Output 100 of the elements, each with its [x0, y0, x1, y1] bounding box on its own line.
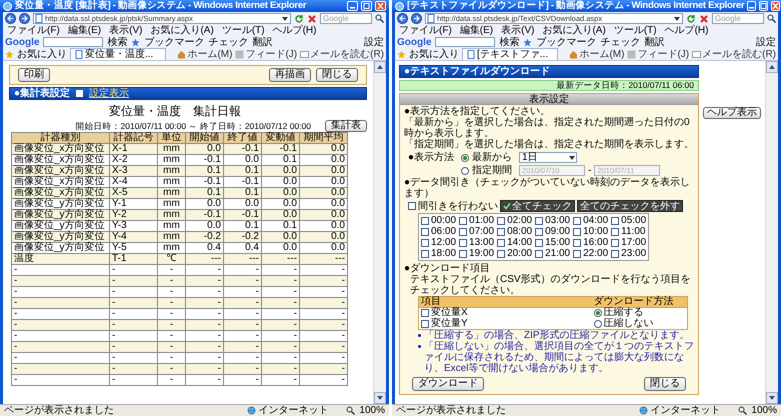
checkbox[interactable] [497, 216, 506, 224]
stop-icon[interactable] [699, 14, 709, 24]
checkbox[interactable] [421, 228, 429, 236]
scroll-up-icon[interactable] [766, 61, 778, 73]
scrollbar[interactable] [373, 61, 386, 404]
command-button[interactable]: フィード(J) [245, 48, 298, 60]
scroll-down-icon[interactable] [766, 392, 778, 404]
scrollbar[interactable] [765, 61, 778, 404]
checkbox[interactable] [535, 216, 544, 224]
toolbar-button[interactable]: 検索 [499, 36, 520, 48]
checkbox[interactable] [459, 216, 468, 224]
summary-button[interactable]: 集計表 [325, 120, 367, 132]
settings-button[interactable]: 設定 [756, 36, 776, 48]
search-icon[interactable] [767, 14, 776, 23]
checkbox[interactable] [535, 228, 544, 236]
checkbox[interactable] [497, 228, 506, 236]
favorites-button[interactable]: お気に入り [409, 48, 459, 60]
toolbar-button[interactable]: 検索 [107, 36, 128, 48]
checkbox[interactable] [611, 238, 620, 246]
checkbox[interactable] [573, 250, 582, 258]
close-button[interactable] [771, 1, 780, 11]
toolbar-button[interactable]: 翻訳 [644, 36, 664, 48]
menu-item[interactable]: お気に入り(A) [542, 25, 606, 36]
toolbar-button[interactable]: 再描画 [269, 68, 311, 82]
checkbox[interactable] [421, 309, 429, 318]
settings-button[interactable]: 設定 [364, 36, 384, 48]
toolbar-button[interactable]: チェック [600, 36, 640, 48]
checkbox[interactable] [535, 238, 544, 246]
forward-button[interactable] [19, 13, 30, 24]
menu-item[interactable]: ツール(T) [222, 25, 265, 36]
toolbar-star-icon[interactable] [523, 38, 532, 46]
checkbox[interactable] [497, 238, 506, 246]
toolbar-button[interactable]: ブックマーク [536, 36, 596, 48]
checkbox[interactable] [573, 238, 582, 246]
uncheck-all-button[interactable]: 全てのチェックを外す [577, 200, 683, 212]
search-field[interactable]: Google [320, 13, 372, 24]
refresh-icon[interactable] [294, 14, 304, 24]
form-button[interactable]: 閉じる [644, 377, 686, 391]
checkbox[interactable] [611, 250, 620, 258]
menu-item[interactable]: ファイル(F) [399, 25, 452, 36]
forward-button[interactable] [411, 13, 422, 24]
toolbar-button[interactable]: ブックマーク [144, 36, 204, 48]
search-field[interactable]: Google [712, 13, 764, 24]
menu-item[interactable]: 編集(E) [460, 25, 494, 36]
browser-tab[interactable]: [テキストファ... [462, 48, 558, 60]
command-button[interactable]: ホーム(M) [579, 48, 624, 60]
checkbox[interactable] [459, 228, 468, 236]
toolbar-star-icon[interactable] [131, 38, 140, 46]
maximize-button[interactable] [361, 1, 372, 11]
scroll-down-icon[interactable] [374, 392, 386, 404]
menu-item[interactable]: ヘルプ(H) [272, 25, 316, 36]
checkbox[interactable] [459, 238, 468, 246]
checkbox[interactable] [611, 216, 620, 224]
checkbox[interactable] [535, 250, 544, 258]
browser-tab[interactable]: 変位量・温度... [70, 48, 166, 60]
form-button[interactable]: ダウンロード [412, 377, 484, 391]
toolbar-button[interactable]: 翻訳 [252, 36, 272, 48]
toolbar-search-field[interactable] [435, 37, 496, 47]
menu-item[interactable]: 表示(V) [109, 25, 142, 36]
menu-item[interactable]: ヘルプ(H) [664, 25, 708, 36]
menu-item[interactable]: ファイル(F) [7, 25, 60, 36]
checkbox[interactable] [573, 216, 582, 224]
toolbar-search-field[interactable] [43, 37, 104, 47]
toolbar-button[interactable]: 閉じる [316, 68, 358, 82]
checkbox[interactable] [408, 202, 416, 210]
radio-button[interactable] [594, 320, 602, 328]
settings-link[interactable]: 設定表示 [89, 88, 130, 99]
zoom-level[interactable]: 100% [751, 405, 777, 416]
toolbar-button[interactable]: チェック [208, 36, 248, 48]
checkbox[interactable] [421, 250, 429, 258]
back-button[interactable] [397, 13, 408, 24]
toolbar-button[interactable]: 印刷 [18, 68, 50, 82]
radio-button[interactable] [461, 154, 469, 162]
zoom-icon[interactable] [738, 406, 748, 415]
scroll-up-icon[interactable] [374, 61, 386, 73]
checkbox[interactable] [421, 320, 429, 328]
menu-item[interactable]: 編集(E) [68, 25, 102, 36]
close-button[interactable] [375, 1, 386, 11]
search-icon[interactable] [375, 14, 384, 23]
checkbox[interactable] [459, 250, 468, 258]
minimize-button[interactable] [347, 1, 358, 11]
radio-button[interactable] [594, 309, 602, 318]
menu-item[interactable]: お気に入り(A) [150, 25, 214, 36]
help-button[interactable]: ヘルプ表示 [703, 107, 761, 119]
checkbox[interactable] [573, 228, 582, 236]
command-button[interactable]: メールを読む(R) [702, 48, 776, 60]
menu-item[interactable]: ツール(T) [614, 25, 657, 36]
radio-button[interactable] [461, 166, 469, 174]
checkbox[interactable] [421, 238, 429, 246]
maximize-button[interactable] [759, 1, 768, 11]
command-button[interactable]: メールを読む(R) [310, 48, 384, 60]
zoom-icon[interactable] [346, 406, 356, 415]
minimize-button[interactable] [747, 1, 756, 11]
command-button[interactable]: フィード(J) [637, 48, 690, 60]
refresh-icon[interactable] [686, 14, 696, 24]
back-button[interactable] [5, 13, 16, 24]
zoom-level[interactable]: 100% [359, 405, 385, 416]
menu-item[interactable]: 表示(V) [501, 25, 534, 36]
check-all-button[interactable]: 全てチェック [500, 200, 575, 212]
range-dropdown[interactable]: 1日 [519, 152, 577, 163]
